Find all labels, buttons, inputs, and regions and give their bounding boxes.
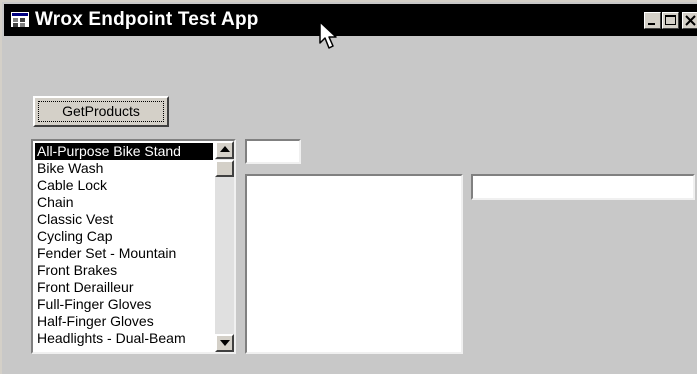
list-item[interactable]: All-Purpose Bike Stand xyxy=(35,143,213,160)
list-item[interactable]: Full-Finger Gloves xyxy=(35,296,213,313)
get-products-label: GetProducts xyxy=(62,103,140,119)
list-item[interactable]: Half-Finger Gloves xyxy=(35,313,213,330)
list-item[interactable]: Cycling Cap xyxy=(35,228,213,245)
detail-textbox[interactable] xyxy=(245,174,463,354)
mouse-pointer-icon xyxy=(319,21,337,49)
list-item[interactable]: Front Derailleur xyxy=(35,279,213,296)
scroll-down-button[interactable] xyxy=(215,334,234,352)
list-item[interactable]: Headlights - Dual-Beam xyxy=(35,330,213,347)
wide-text-input[interactable] xyxy=(471,174,695,200)
up-arrow-icon xyxy=(220,146,230,152)
list-item[interactable]: Cable Lock xyxy=(35,177,213,194)
close-icon xyxy=(685,15,696,26)
products-listbox[interactable]: All-Purpose Bike Stand Bike Wash Cable Loc… xyxy=(31,139,236,354)
window-title: Wrox Endpoint Test App xyxy=(35,9,259,30)
listbox-scrollbar[interactable] xyxy=(215,141,234,352)
list-item[interactable]: Bike Wash xyxy=(35,160,213,177)
down-arrow-icon xyxy=(220,340,230,346)
products-list: All-Purpose Bike Stand Bike Wash Cable Loc… xyxy=(35,143,213,347)
minimize-icon xyxy=(648,23,655,25)
app-window: Wrox Endpoint Test App GetProducts All-P… xyxy=(0,0,697,374)
list-item[interactable]: Front Brakes xyxy=(35,262,213,279)
get-products-button[interactable]: GetProducts xyxy=(33,96,169,127)
list-item[interactable]: Fender Set - Mountain xyxy=(35,245,213,262)
app-icon[interactable] xyxy=(10,11,30,28)
maximize-icon xyxy=(665,15,676,25)
minimize-button[interactable] xyxy=(644,12,661,29)
title-bar[interactable]: Wrox Endpoint Test App xyxy=(4,4,697,36)
close-button[interactable] xyxy=(682,12,697,29)
scrollbar-thumb[interactable] xyxy=(215,160,234,177)
list-item[interactable]: Classic Vest xyxy=(35,211,213,228)
list-item[interactable]: Chain xyxy=(35,194,213,211)
maximize-button[interactable] xyxy=(662,12,679,29)
small-text-input[interactable] xyxy=(245,139,301,164)
scroll-up-button[interactable] xyxy=(215,141,234,159)
